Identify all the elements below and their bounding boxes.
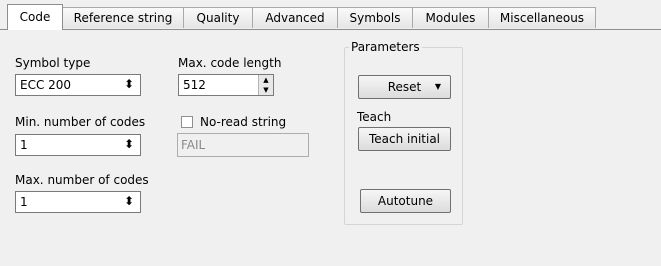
teach-initial-button[interactable]: Teach initial xyxy=(358,127,451,151)
symbol-type-value: ECC 200 xyxy=(20,78,72,92)
no-read-field[interactable]: FAIL xyxy=(177,133,309,157)
teach-label: Teach xyxy=(357,110,392,124)
reset-button[interactable]: Reset ▼ xyxy=(358,75,451,99)
min-codes-value: 1 xyxy=(20,138,28,152)
autotune-button[interactable]: Autotune xyxy=(360,189,451,213)
spin-arrows-icon[interactable]: ▲ ▼ xyxy=(258,75,273,95)
no-read-checkbox[interactable] xyxy=(181,116,193,128)
tab-symbols[interactable]: Symbols xyxy=(337,7,413,28)
tab-miscellaneous[interactable]: Miscellaneous xyxy=(488,7,596,28)
max-code-length-spinbox[interactable]: 512 ▲ ▼ xyxy=(178,74,274,96)
no-read-value: FAIL xyxy=(181,138,206,152)
symbol-type-combo[interactable]: ECC 200 ⬍ xyxy=(15,74,141,96)
max-codes-combo[interactable]: 1 ⬍ xyxy=(15,191,141,213)
min-codes-label: Min. number of codes xyxy=(15,115,146,129)
max-code-length-label: Max. code length xyxy=(178,56,282,70)
tab-advanced[interactable]: Advanced xyxy=(252,7,338,28)
tab-quality[interactable]: Quality xyxy=(183,7,253,28)
up-down-spinner-icon: ⬍ xyxy=(123,194,134,208)
no-read-label: No-read string xyxy=(200,115,287,129)
tab-bar: Code Reference string Quality Advanced S… xyxy=(0,0,661,30)
code-settings-panel: Symbol type ECC 200 ⬍ Max. code length 5… xyxy=(0,29,661,266)
reset-label: Reset xyxy=(387,80,422,94)
max-code-length-value: 512 xyxy=(183,78,206,92)
tab-modules[interactable]: Modules xyxy=(412,7,489,28)
parameters-title: Parameters xyxy=(349,40,422,54)
up-down-spinner-icon: ⬍ xyxy=(123,77,134,91)
max-codes-label: Max. number of codes xyxy=(15,173,149,187)
tab-reference-string[interactable]: Reference string xyxy=(62,7,184,28)
symbol-type-label: Symbol type xyxy=(15,56,91,70)
max-codes-value: 1 xyxy=(20,195,28,209)
tab-code[interactable]: Code xyxy=(7,4,63,30)
up-down-spinner-icon: ⬍ xyxy=(123,137,134,151)
dropdown-arrow-icon: ▼ xyxy=(434,82,441,91)
min-codes-combo[interactable]: 1 ⬍ xyxy=(15,134,141,156)
